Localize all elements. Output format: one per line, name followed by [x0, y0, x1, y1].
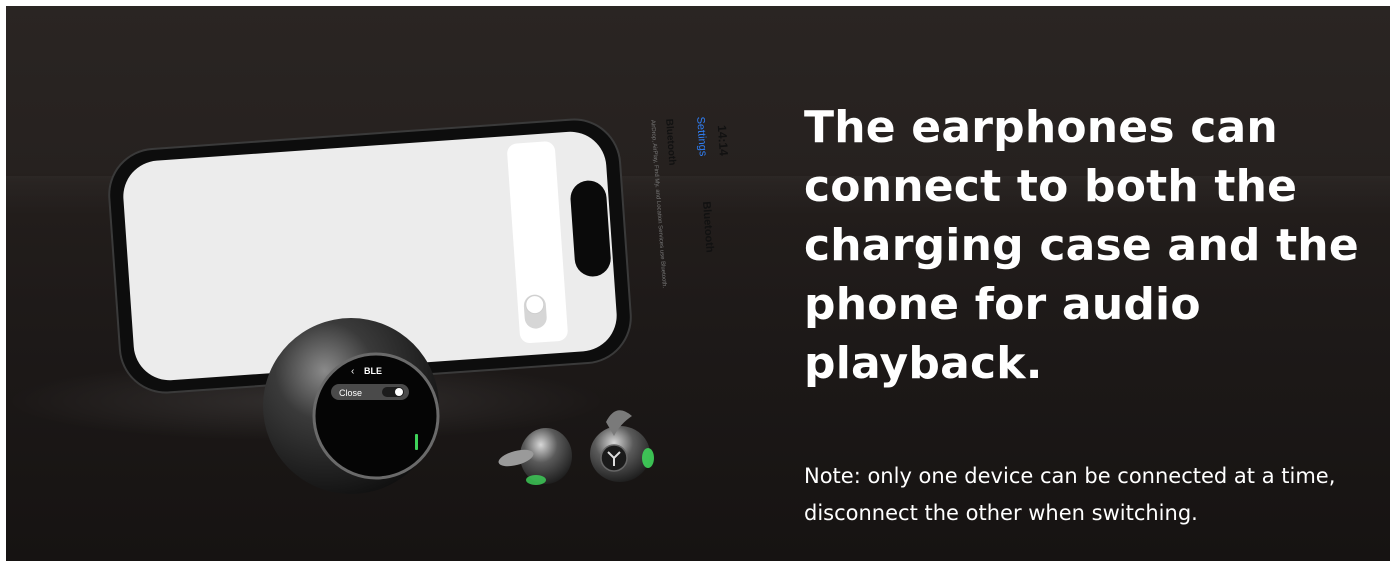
- case-toggle-label: Close: [339, 388, 362, 398]
- phone-page-title: Bluetooth: [700, 201, 716, 253]
- phone-row-label: Bluetooth: [663, 118, 677, 165]
- headline: The earphones can connect to both the ch…: [804, 102, 1359, 389]
- earbud-right: [590, 410, 654, 482]
- case-indicator-light: [415, 434, 418, 450]
- product-banner: 14:14 Settings Bluetooth Bluetooth AirDr…: [6, 6, 1390, 561]
- earbud-left: [498, 428, 572, 485]
- phone-back-link: Settings: [694, 116, 709, 157]
- product-scene: 14:14 Settings Bluetooth Bluetooth AirDr…: [6, 6, 786, 561]
- phone-description: AirDrop, AirPlay, Find My, and Location …: [649, 120, 667, 289]
- note-text: Note: only one device can be connected a…: [804, 464, 1336, 525]
- phone: 14:14 Settings Bluetooth Bluetooth AirDr…: [108, 116, 731, 394]
- product-illustration: 14:14 Settings Bluetooth Bluetooth AirDr…: [6, 116, 731, 494]
- phone-time: 14:14: [715, 125, 731, 157]
- case-screen-title: BLE: [364, 366, 382, 376]
- dynamic-island: [570, 180, 611, 277]
- case-toggle-knob: [395, 388, 403, 396]
- charging-case: ‹ BLE Close: [263, 318, 440, 494]
- case-back-icon: ‹: [351, 366, 354, 377]
